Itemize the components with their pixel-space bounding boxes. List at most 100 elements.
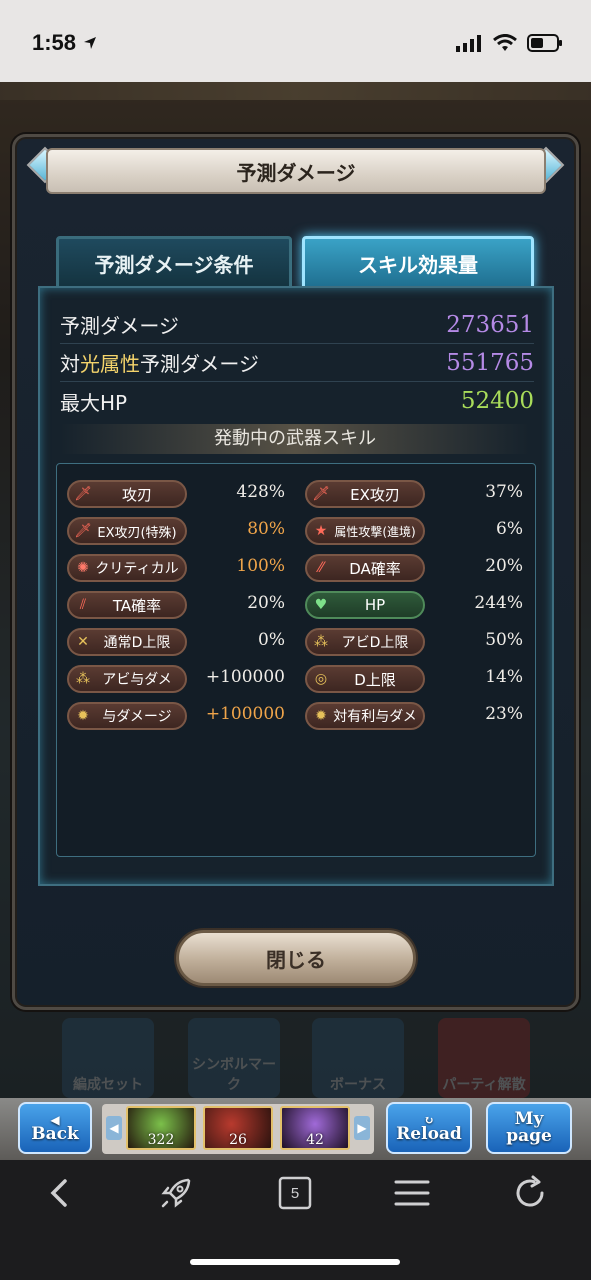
skill-item: ⫽ TA確率 20% <box>57 591 297 619</box>
skill-name: 通常D上限 <box>103 635 171 651</box>
summon-next-arrow-icon[interactable]: ▶ <box>354 1116 370 1140</box>
menu-icon[interactable] <box>394 1175 430 1211</box>
skill-pill: ✺ クリティカル <box>67 554 187 582</box>
modal-title-bar: 予測ダメージ <box>46 148 546 194</box>
status-bar: 1:58 <box>0 0 591 82</box>
ring-icon: ✹ <box>77 708 89 724</box>
skill-pill: ⁄⁄ DA確率 <box>305 554 425 582</box>
skill-value: 14% <box>485 667 523 687</box>
summon-count: 322 <box>147 1132 175 1148</box>
mypage-label-bottom: page <box>506 1126 552 1146</box>
reload-label: Reload <box>396 1123 462 1144</box>
close-button[interactable]: 閉じる <box>176 930 416 986</box>
stat-label: 最大HP <box>60 390 128 415</box>
skill-item: ⁂ アビD上限 50% <box>295 628 535 656</box>
close-button-label: 閉じる <box>266 947 326 972</box>
tab-skill-effects[interactable]: スキル効果量 <box>302 236 534 290</box>
stat-value: 52400 <box>460 388 534 414</box>
back-label: Back <box>31 1123 79 1144</box>
skill-pill: ⫽ TA確率 <box>67 591 187 619</box>
skill-item: ⁄⁄ DA確率 20% <box>295 554 535 582</box>
skill-value: +100000 <box>205 667 285 687</box>
stat-row-element-damage: 対光属性予測ダメージ 551765 <box>60 344 534 382</box>
stat-value: 551765 <box>446 349 534 376</box>
ability-cap-icon: ⁂ <box>314 634 328 650</box>
skill-value: 100% <box>236 556 285 576</box>
skill-value: 244% <box>474 593 523 613</box>
summon-slot[interactable]: 322 <box>126 1106 196 1150</box>
tab-label: 予測ダメージ条件 <box>94 252 254 277</box>
skill-value: 0% <box>258 630 285 650</box>
skill-value: 428% <box>236 482 285 502</box>
ring-icon: ◎ <box>314 671 328 687</box>
skill-value: 80% <box>247 519 285 539</box>
skill-name: D上限 <box>354 670 396 689</box>
skill-name: アビ与ダメ <box>102 672 172 688</box>
tab-count: 5 <box>290 1184 300 1202</box>
skill-pill: ◎ D上限 <box>305 665 425 693</box>
skill-item: ✹ 対有利与ダメ 23% <box>295 702 535 730</box>
skill-pill: ♥ HP <box>305 591 425 619</box>
skill-pill: ✹ 対有利与ダメ <box>305 702 425 730</box>
summon-slot[interactable]: 42 <box>280 1106 350 1150</box>
stat-row-max-hp: 最大HP 52400 <box>60 382 534 420</box>
ability-icon: ⁂ <box>76 671 90 687</box>
sword-icon: 🗡 <box>74 486 92 502</box>
skill-item: ✺ クリティカル 100% <box>57 554 297 582</box>
double-slash-icon: ⁄⁄ <box>318 560 324 576</box>
stat-label-element: 光属性 <box>80 352 140 376</box>
gear-ring-icon: ✹ <box>315 708 327 724</box>
skill-pill: ✹ 与ダメージ <box>67 702 187 730</box>
summon-count: 42 <box>306 1132 324 1148</box>
mypage-button[interactable]: My page <box>486 1102 572 1154</box>
skill-name: 与ダメージ <box>102 709 172 725</box>
skill-value: 50% <box>485 630 523 650</box>
refresh-icon[interactable] <box>512 1175 548 1211</box>
skill-item: 🗡 EX攻刃(特殊) 80% <box>57 517 297 545</box>
skill-name: TA確率 <box>112 596 162 615</box>
back-button[interactable]: ◀ Back <box>18 1102 92 1154</box>
battery-icon <box>527 34 562 52</box>
skill-value: 20% <box>485 556 523 576</box>
skill-name: クリティカル <box>95 561 179 577</box>
skill-name: EX攻刃(特殊) <box>97 525 177 541</box>
stat-label: 予測ダメージ <box>60 314 179 338</box>
skill-value: 23% <box>485 704 523 724</box>
active-weapon-skills-heading: 発動中の武器スキル <box>60 424 530 454</box>
cap-icon: ✕ <box>77 634 89 650</box>
skill-item: ✹ 与ダメージ +100000 <box>57 702 297 730</box>
summon-count: 26 <box>229 1132 247 1148</box>
tab-label: スキル効果量 <box>358 252 478 277</box>
weapon-skills-list: 🗡 攻刃 428% 🗡 EX攻刃(特殊) 80% ✺ クリティカル 100% ⫽ TA確… <box>56 463 536 857</box>
home-indicator[interactable] <box>190 1259 400 1265</box>
skill-pill: ★ 属性攻撃(進境) <box>305 517 425 545</box>
tab-damage-conditions[interactable]: 予測ダメージ条件 <box>56 236 292 290</box>
skill-value: 37% <box>485 482 523 502</box>
reload-button[interactable]: ↻ Reload <box>386 1102 472 1154</box>
skill-item: 🗡 EX攻刃 37% <box>295 480 535 508</box>
stat-label-suffix: 予測ダメージ <box>140 352 259 376</box>
skill-value: 20% <box>247 593 285 613</box>
skill-name: 属性攻撃(進境) <box>334 524 416 539</box>
signal-icon <box>456 35 481 52</box>
skill-pill: 🗡 EX攻刃 <box>305 480 425 508</box>
skill-item: ★ 属性攻撃(進境) 6% <box>295 517 535 545</box>
skill-item: ◎ D上限 14% <box>295 665 535 693</box>
summon-prev-arrow-icon[interactable]: ◀ <box>106 1116 122 1140</box>
triple-slash-icon: ⫽ <box>79 597 87 613</box>
skill-item: ⁂ アビ与ダメ +100000 <box>57 665 297 693</box>
skill-pill: ⁂ アビ与ダメ <box>67 665 187 693</box>
skill-name: DA確率 <box>349 559 401 578</box>
skill-pill: 🗡 攻刃 <box>67 480 187 508</box>
stat-label: 対光属性予測ダメージ <box>60 348 259 377</box>
skill-pill: ⁂ アビD上限 <box>305 628 425 656</box>
skill-name: HP <box>364 596 386 614</box>
wifi-icon <box>493 34 517 51</box>
skill-name: 攻刃 <box>121 485 152 504</box>
heart-icon: ♥ <box>314 597 328 613</box>
summon-slot[interactable]: 26 <box>203 1106 273 1150</box>
rocket-icon[interactable] <box>158 1175 194 1211</box>
browser-back-icon[interactable] <box>42 1175 78 1211</box>
status-time: 1:58 <box>32 30 98 56</box>
tabs-count-icon[interactable]: 5 <box>277 1175 313 1211</box>
